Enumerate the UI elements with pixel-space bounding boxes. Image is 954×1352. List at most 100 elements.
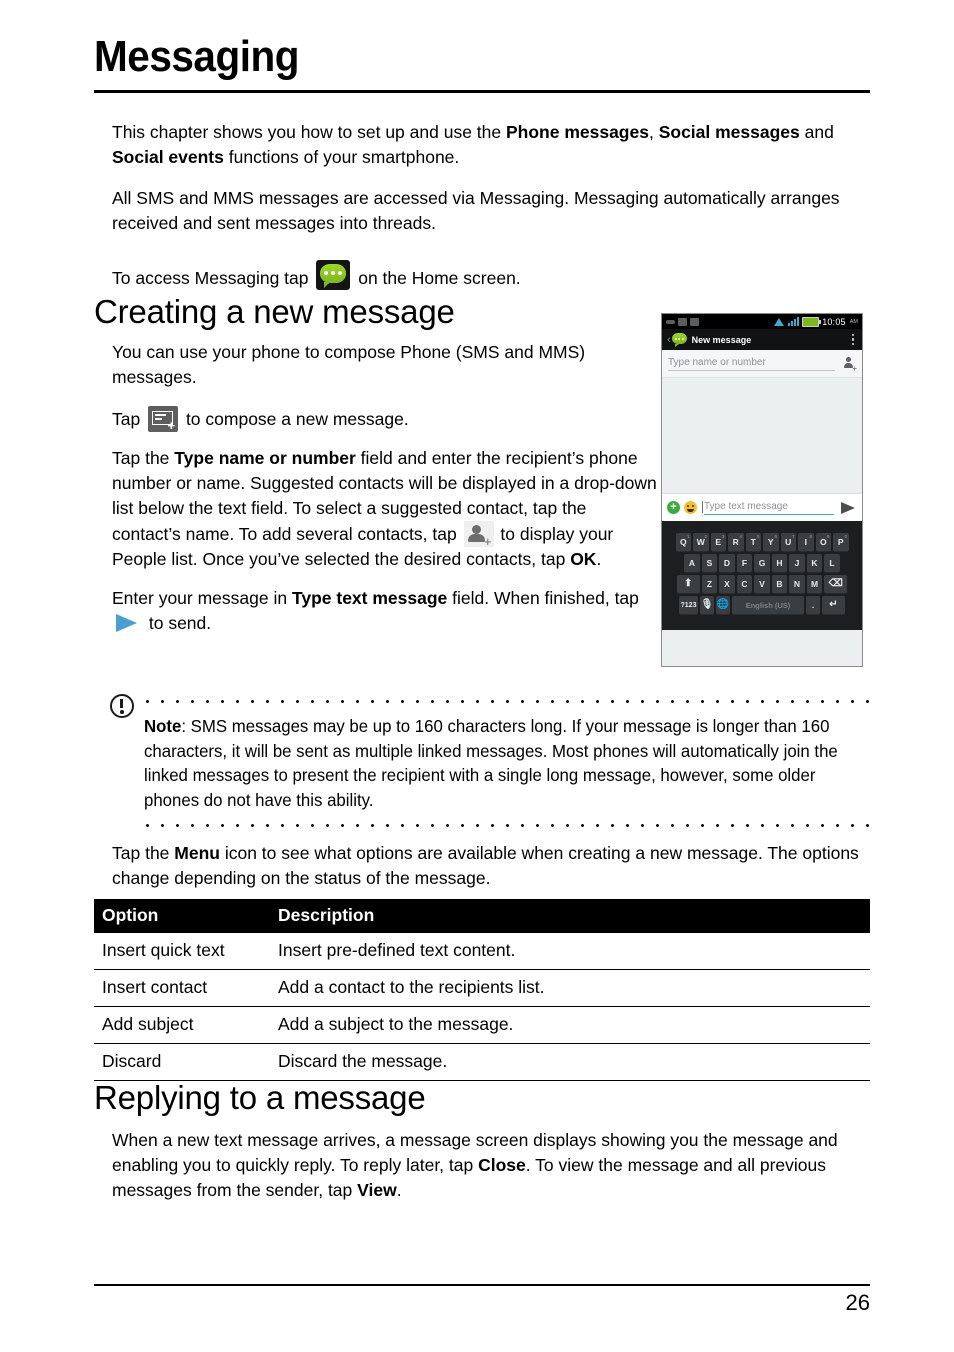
intro-section: This chapter shows you how to set up and… [112, 120, 872, 305]
key-k[interactable]: K [806, 554, 823, 572]
key-s[interactable]: S [701, 554, 718, 572]
compose-message-icon: + [148, 406, 179, 432]
key-r[interactable]: R4 [728, 533, 744, 551]
title-divider [94, 90, 870, 93]
creating-p3-bold-2: OK [570, 549, 597, 569]
key-u[interactable]: U7 [780, 533, 796, 551]
creating-p2-text-a: Tap [112, 409, 146, 429]
key-microphone[interactable]: 🎙 [700, 596, 714, 614]
key-h[interactable]: H [771, 554, 788, 572]
key-z[interactable]: Z [701, 575, 718, 593]
back-chevron-icon[interactable]: ‹ [667, 334, 671, 346]
phone-compose-row: + Type text message [662, 493, 862, 521]
attach-plus-icon[interactable]: + [667, 501, 680, 514]
replying-bold-2: View [357, 1180, 397, 1200]
column-header-description: Description [270, 899, 870, 933]
creating-paragraph-2: Tap + to compose a new message. [112, 406, 657, 432]
overflow-menu-icon[interactable] [851, 333, 858, 346]
menu-intro-bold: Menu [174, 843, 220, 863]
key-g[interactable]: G [754, 554, 770, 572]
menu-intro-text-a: Tap the [112, 843, 175, 863]
action-bar-title: New message [691, 334, 752, 345]
key-n[interactable]: N [789, 575, 805, 593]
key-space[interactable]: English (US) [732, 596, 804, 614]
table-row: Insert quick text Insert pre-defined text… [94, 933, 870, 970]
key-d[interactable]: D [719, 554, 735, 572]
note-label: Note [144, 716, 182, 736]
table-row: Insert contact Add a contact to the recip… [94, 969, 870, 1007]
key-t[interactable]: T5 [745, 533, 761, 551]
usb-icon [666, 319, 675, 324]
menu-intro-paragraph: Tap the Menu icon to see what options ar… [112, 841, 878, 891]
add-contact-icon: + [463, 521, 494, 548]
creating-p2-text-b: to compose a new message. [181, 409, 409, 429]
note-body: : SMS messages may be up to 160 characte… [144, 716, 838, 810]
creating-paragraph-1: You can use your phone to compose Phone … [112, 342, 586, 387]
key-numeric[interactable]: ?123 [679, 596, 698, 614]
creating-p4-text-a: Enter your message in [112, 588, 292, 608]
key-c[interactable]: C [736, 575, 753, 593]
key-o[interactable]: O9 [815, 533, 831, 551]
key-f[interactable]: F [736, 554, 753, 572]
key-enter[interactable]: ↵ [822, 596, 845, 614]
key-y[interactable]: Y6 [763, 533, 779, 551]
key-a[interactable]: A [684, 554, 700, 572]
status-system-icons: 10:05 AM [774, 316, 858, 327]
intro-p3-text-a: To access Messaging tap [112, 268, 314, 288]
note-text: Note: SMS messages may be up to 160 char… [144, 714, 841, 812]
page-number: 26 [845, 1290, 870, 1315]
replying-paragraph: When a new text message arrives, a messa… [112, 1128, 872, 1203]
manual-page: Messaging This chapter shows you how to … [0, 0, 954, 1352]
intro-paragraph-2: All SMS and MMS messages are accessed vi… [112, 188, 840, 233]
replying-section: When a new text message arrives, a messa… [112, 1128, 872, 1217]
replying-bold-1: Close [478, 1155, 526, 1175]
key-shift[interactable]: ⬆ [676, 575, 700, 593]
keyboard-row-3: ⬆ ZXCVBNM ⌫ [664, 575, 860, 593]
key-m[interactable]: M [806, 575, 823, 593]
key-language-globe[interactable]: 🌐 [716, 596, 730, 614]
keyboard-row-1: Q1W2E3R4T5Y6U7I8O9P0 [664, 524, 860, 551]
key-j[interactable]: J [789, 554, 805, 572]
cell-description: Insert pre-defined text content. [270, 933, 870, 970]
key-q[interactable]: Q1 [675, 533, 691, 551]
key-p[interactable]: P0 [833, 533, 849, 551]
key-w[interactable]: W2 [693, 533, 709, 551]
sim-icon [690, 317, 699, 326]
phone-screenshot: 10:05 AM ‹ New message Type name or numb… [661, 313, 863, 667]
cell-option: Insert quick text [94, 933, 270, 970]
key-v[interactable]: V [754, 575, 770, 593]
intro-p1-bold-3: Social events [112, 147, 224, 167]
creating-p4-bold: Type text message [291, 588, 448, 608]
creating-p4-text-b: field. When finished, tap [447, 588, 639, 608]
screenshot-icon [678, 317, 687, 326]
send-arrow-icon [115, 613, 141, 633]
note-exclamation-icon [108, 692, 138, 722]
key-backspace[interactable]: ⌫ [824, 575, 848, 593]
key-period[interactable]: . [806, 596, 820, 614]
menu-intro-text-b: icon to see what options are available w… [112, 843, 859, 888]
key-i[interactable]: I8 [798, 533, 814, 551]
emoji-icon[interactable] [684, 501, 697, 514]
messaging-icon[interactable] [671, 333, 687, 347]
phone-action-bar: ‹ New message [662, 329, 862, 350]
table-header-row: Option Description [94, 899, 870, 933]
section-heading-replying: Replying to a message [94, 1079, 426, 1116]
options-table: Option Description Insert quick text Inse… [94, 899, 870, 1081]
table-row: Add subject Add a subject to the message. [94, 1006, 870, 1044]
creating-section: You can use your phone to compose Phone … [112, 340, 657, 650]
creating-p4-text-c: to send. [144, 613, 212, 633]
key-x[interactable]: X [719, 575, 735, 593]
intro-paragraph-1: This chapter shows you how to set up and… [112, 120, 872, 170]
key-e[interactable]: E3 [710, 533, 726, 551]
cell-option: Insert contact [94, 969, 270, 1007]
column-header-option: Option [94, 899, 270, 933]
add-recipient-icon[interactable]: + [843, 357, 857, 373]
key-b[interactable]: B [771, 575, 788, 593]
intro-paragraph-3: To access Messaging tap on the Home scre… [112, 260, 872, 291]
note-top-border [140, 700, 870, 703]
key-l[interactable]: L [824, 554, 840, 572]
message-text-input[interactable]: Type text message [702, 500, 834, 515]
recipient-input[interactable]: Type name or number [668, 357, 835, 371]
creating-paragraph-4: Enter your message in Type text message … [112, 586, 657, 636]
phone-send-icon[interactable] [841, 501, 855, 514]
